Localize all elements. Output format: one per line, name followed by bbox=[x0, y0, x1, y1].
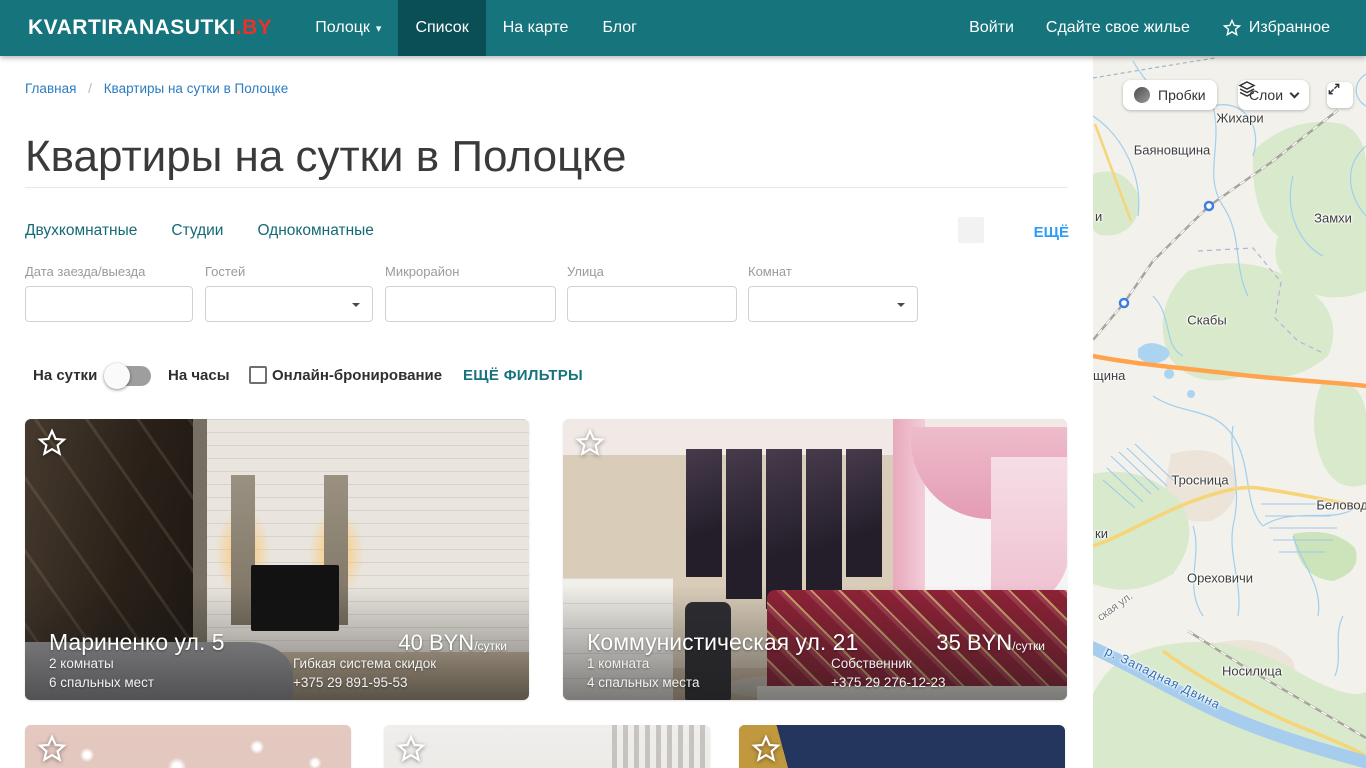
date-label: Дата заезда/выезда bbox=[25, 264, 146, 279]
category-studio[interactable]: Студии bbox=[171, 222, 223, 240]
listing-title: Коммунистическая ул. 21 bbox=[587, 629, 859, 655]
listings-panel: Главная / Квартиры на сутки в Полоцке Кв… bbox=[0, 56, 1093, 768]
layers-icon bbox=[1238, 81, 1256, 97]
submit-listing-link[interactable]: Сдайте свое жилье bbox=[1030, 19, 1206, 37]
district-input[interactable] bbox=[385, 286, 556, 322]
more-categories-link[interactable]: ЕЩЁ bbox=[1034, 224, 1069, 241]
nav-list-tab[interactable]: Список bbox=[398, 0, 486, 56]
station-marker bbox=[1118, 297, 1130, 309]
map-label-belovodka: Беловодк bbox=[1316, 497, 1366, 513]
rooms-label: Комнат bbox=[748, 264, 792, 279]
map-panel[interactable]: Жихари Баяновщина Замхи Скабы Тросница Б… bbox=[1093, 56, 1366, 768]
listing-beds: 6 спальных мест bbox=[49, 675, 155, 690]
mode-daily-label: На сутки bbox=[33, 367, 98, 384]
daily-hourly-toggle[interactable] bbox=[104, 363, 151, 389]
map-label-partial-ki: ки bbox=[1095, 526, 1108, 541]
rooms-select[interactable] bbox=[748, 286, 918, 322]
favorite-star-icon[interactable] bbox=[395, 733, 427, 765]
breadcrumb-current[interactable]: Квартиры на сутки в Полоцке bbox=[104, 81, 289, 96]
guests-select[interactable] bbox=[205, 286, 373, 322]
layers-button[interactable]: Слои bbox=[1238, 80, 1310, 110]
logo[interactable]: KVARTIRANASUTKI .BY bbox=[0, 0, 298, 56]
street-input[interactable] bbox=[567, 286, 737, 322]
listing-photo bbox=[739, 725, 1065, 768]
station-marker bbox=[1203, 200, 1215, 212]
header-actions: Войти Сдайте свое жилье Избранное bbox=[953, 0, 1366, 56]
listing-phone: +375 29 891-95-53 bbox=[293, 675, 408, 690]
category-links: Двухкомнатные Студии Однокомнатные bbox=[25, 222, 374, 240]
listing-card[interactable]: Мариненко ул. 5 2 комнаты 6 спальных мес… bbox=[25, 419, 529, 700]
favorite-star-icon[interactable] bbox=[36, 733, 68, 765]
date-field-group: Дата заезда/выезда bbox=[25, 264, 193, 322]
favorites-label: Избранное bbox=[1248, 19, 1330, 36]
title-divider bbox=[25, 187, 1068, 188]
map-label-orekhovichi: Ореховичи bbox=[1186, 570, 1254, 586]
page-title: Квартиры на сутки в Полоцке bbox=[25, 132, 627, 181]
caret-down-icon: ▾ bbox=[375, 22, 382, 35]
map-label-partial-i: и bbox=[1095, 209, 1103, 224]
listing-photo bbox=[25, 725, 351, 768]
category-two-room[interactable]: Двухкомнатные bbox=[25, 222, 137, 240]
logo-main: KVARTIRANASUTKI bbox=[28, 16, 236, 39]
favorite-star-icon[interactable] bbox=[36, 427, 68, 459]
mode-hourly-label: На часы bbox=[168, 367, 230, 384]
nav-city-dropdown[interactable]: Полоцк ▾ bbox=[298, 0, 398, 56]
breadcrumb: Главная / Квартиры на сутки в Полоцке bbox=[25, 81, 288, 96]
listing-card-partial[interactable] bbox=[25, 725, 351, 768]
district-field-group: Микрорайон bbox=[385, 264, 556, 322]
category-one-room[interactable]: Однокомнатные bbox=[257, 222, 373, 240]
loading-placeholder bbox=[958, 217, 984, 243]
street-label: Улица bbox=[567, 264, 604, 279]
online-booking-checkbox[interactable] bbox=[249, 366, 267, 384]
listing-title: Мариненко ул. 5 bbox=[49, 629, 225, 655]
district-label: Микрорайон bbox=[385, 264, 460, 279]
breadcrumb-separator: / bbox=[88, 81, 92, 96]
map-label-bayanovshchina: Баяновщина bbox=[1133, 142, 1211, 158]
nav-blog-tab[interactable]: Блог bbox=[585, 0, 654, 56]
listing-photo bbox=[384, 725, 710, 768]
logo-tld: .BY bbox=[235, 16, 273, 39]
main-nav: Полоцк ▾ Список На карте Блог bbox=[298, 0, 654, 56]
favorite-star-icon[interactable] bbox=[750, 733, 782, 765]
favorite-star-icon[interactable] bbox=[574, 427, 606, 459]
listing-card[interactable]: Коммунистическая ул. 21 1 комната 4 спал… bbox=[563, 419, 1067, 700]
nav-city-label: Полоцк bbox=[315, 19, 370, 36]
guests-label: Гостей bbox=[205, 264, 246, 279]
listing-price: 40 BYN/сутки bbox=[398, 630, 507, 655]
star-icon bbox=[1222, 18, 1242, 37]
listing-rooms: 2 комнаты bbox=[49, 656, 114, 671]
map-label-skaby: Скабы bbox=[1187, 312, 1227, 328]
map-label-partial-shchina: щина bbox=[1093, 368, 1126, 383]
listing-phone: +375 29 276-12-23 bbox=[831, 675, 946, 690]
fullscreen-icon bbox=[1328, 83, 1340, 95]
listing-note: Гибкая система скидок bbox=[293, 656, 437, 671]
app-header: KVARTIRANASUTKI .BY Полоцк ▾ Список На ка… bbox=[0, 0, 1366, 56]
breadcrumb-home[interactable]: Главная bbox=[25, 81, 76, 96]
listing-card-partial[interactable] bbox=[384, 725, 710, 768]
listing-card-partial[interactable] bbox=[739, 725, 1065, 768]
chevron-down-icon bbox=[1289, 88, 1300, 98]
login-link[interactable]: Войти bbox=[953, 19, 1030, 37]
online-booking-label: Онлайн-бронирование bbox=[272, 367, 443, 384]
favorites-link[interactable]: Избранное bbox=[1206, 18, 1346, 38]
street-field-group: Улица bbox=[567, 264, 737, 322]
map-label-zhikhari: Жихари bbox=[1216, 110, 1264, 126]
listing-price: 35 BYN/сутки bbox=[936, 630, 1045, 655]
traffic-icon bbox=[1134, 87, 1150, 103]
fullscreen-button[interactable] bbox=[1327, 82, 1353, 108]
listing-rooms: 1 комната bbox=[587, 656, 650, 671]
guests-field-group: Гостей bbox=[205, 264, 373, 322]
traffic-label: Пробки bbox=[1158, 87, 1206, 103]
date-input[interactable] bbox=[25, 286, 193, 322]
listing-note: Собственник bbox=[831, 656, 912, 671]
nav-map-tab[interactable]: На карте bbox=[486, 0, 586, 56]
more-filters-link[interactable]: ЕЩЁ ФИЛЬТРЫ bbox=[463, 367, 583, 384]
map-label-nosilitsa: Носилица bbox=[1222, 663, 1282, 679]
map-label-zamkhi: Замхи bbox=[1314, 210, 1352, 226]
map-label-trosnitsa: Тросница bbox=[1171, 472, 1229, 488]
listing-beds: 4 спальных места bbox=[587, 675, 700, 690]
traffic-button[interactable]: Пробки bbox=[1123, 80, 1217, 110]
rooms-field-group: Комнат bbox=[748, 264, 918, 322]
toggle-knob bbox=[104, 363, 130, 389]
